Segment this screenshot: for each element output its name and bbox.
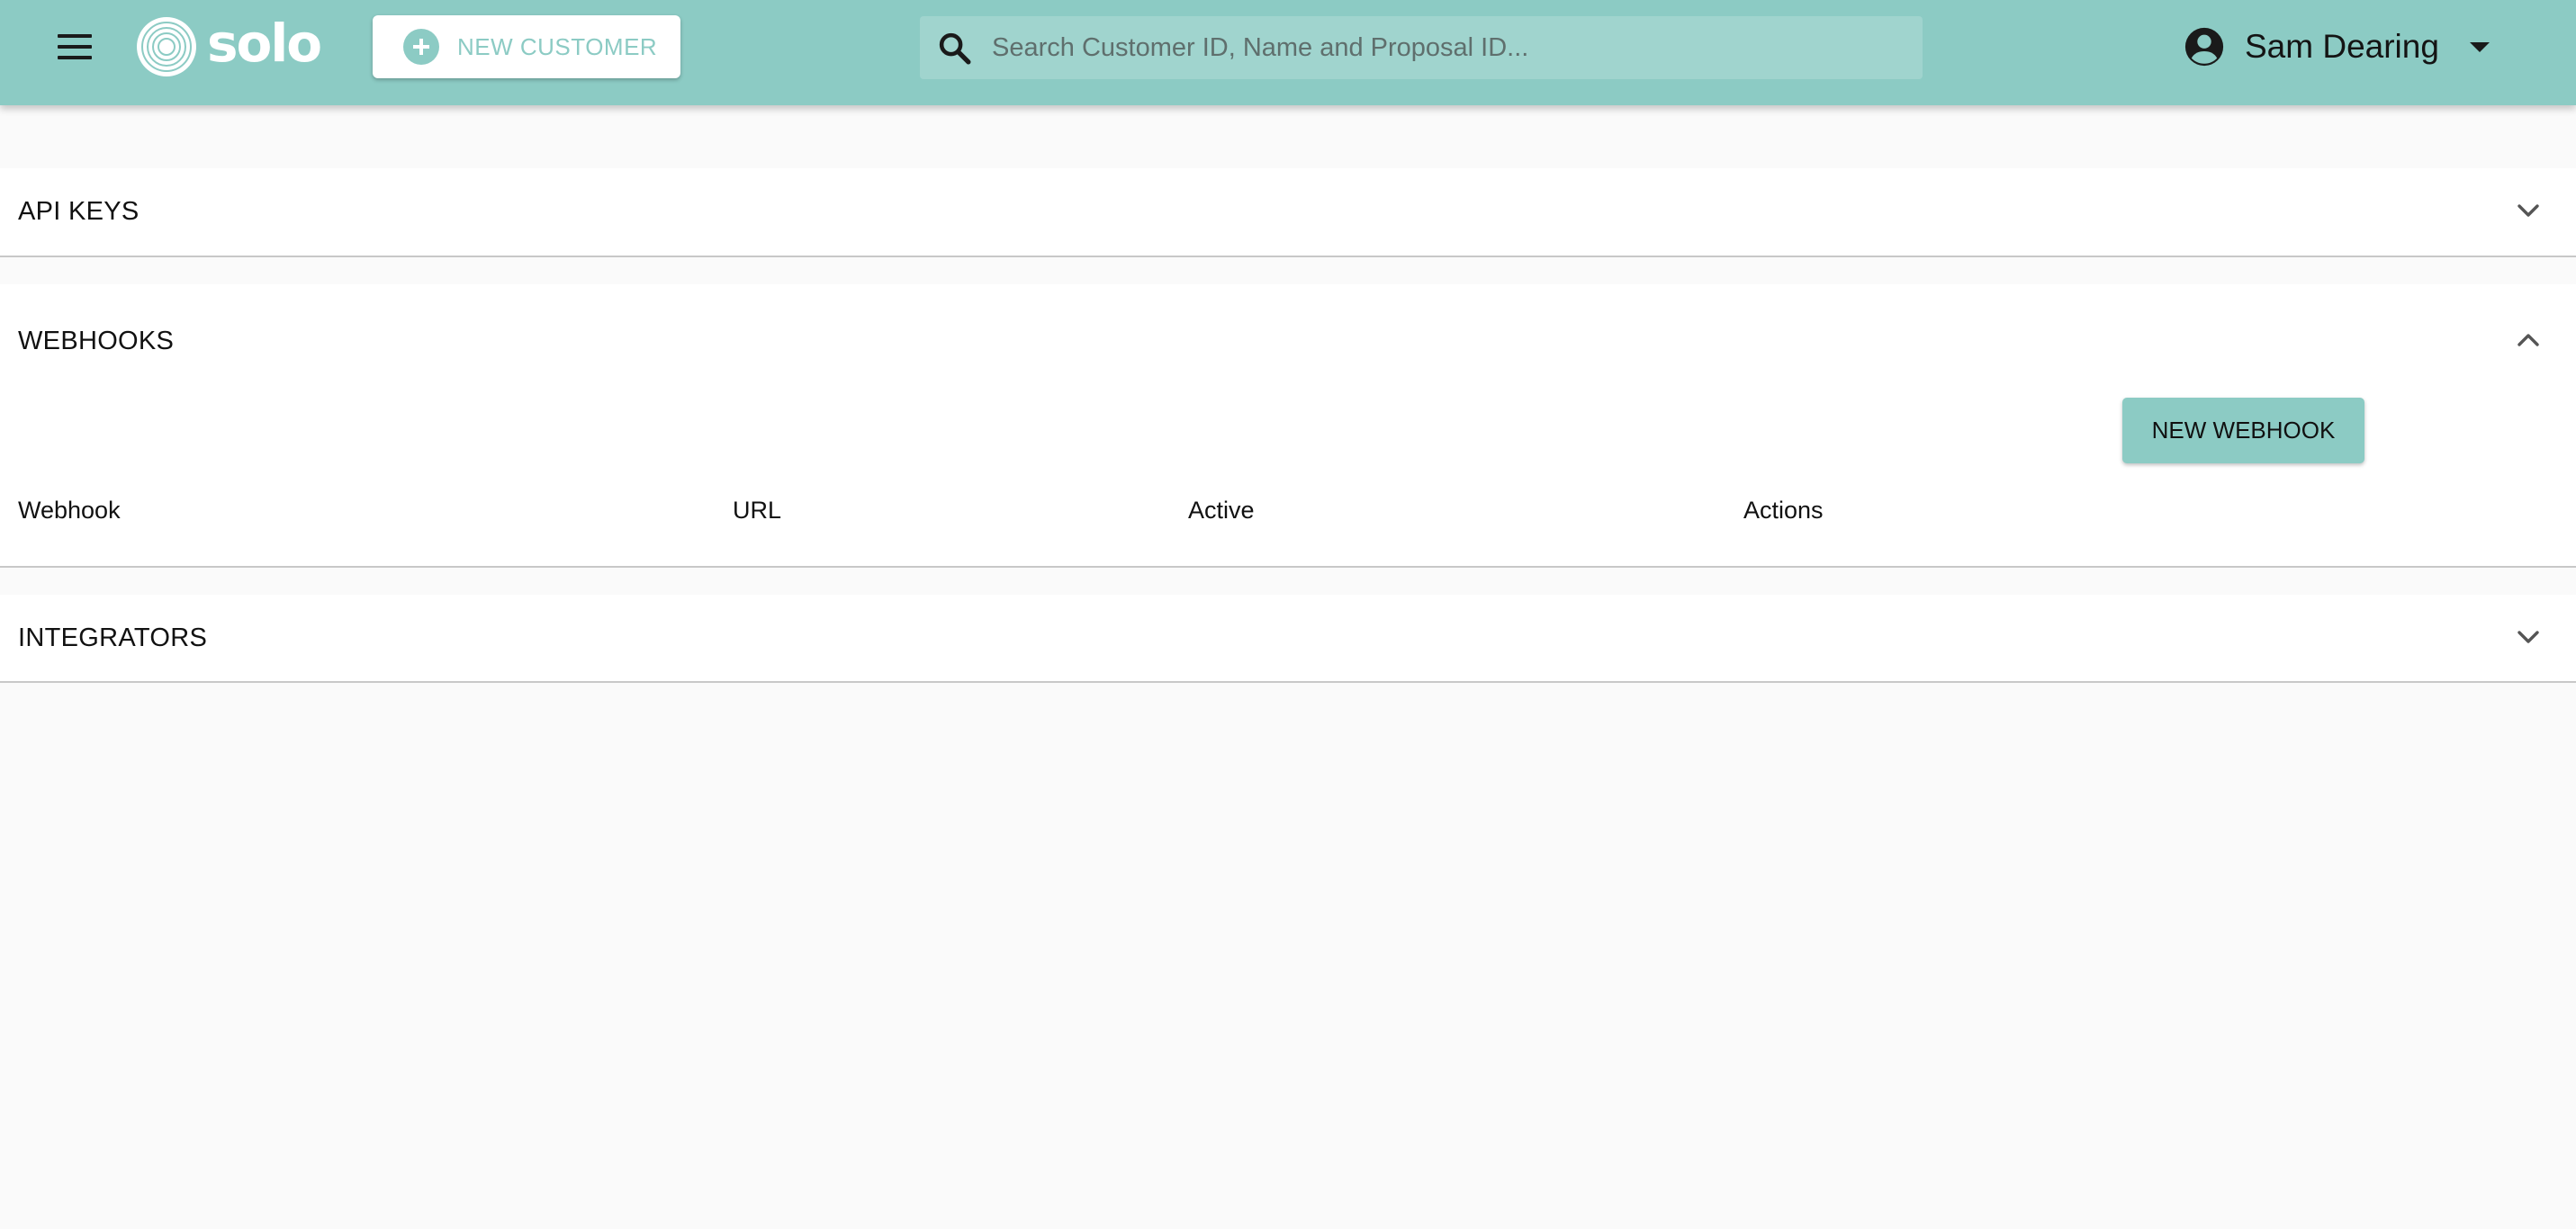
search-bar — [920, 16, 1923, 79]
search-icon — [939, 32, 971, 65]
api-keys-panel-header[interactable]: API KEYS — [0, 168, 2576, 255]
logo[interactable]: solo — [135, 13, 322, 79]
app-bar: solo NEW CUSTOMER Sam Dearing — [0, 0, 2576, 105]
webhooks-title: WEBHOOKS — [18, 327, 175, 355]
chevron-down-icon — [2517, 631, 2539, 643]
search-input[interactable] — [992, 16, 1901, 79]
column-header-actions[interactable]: Actions — [1743, 497, 1824, 525]
column-header-webhook[interactable]: Webhook — [18, 497, 121, 525]
menu-button[interactable] — [54, 30, 95, 64]
account-circle-icon — [2184, 27, 2224, 67]
column-header-active[interactable]: Active — [1188, 497, 1255, 525]
column-header-url[interactable]: URL — [733, 497, 781, 525]
integrators-title: INTEGRATORS — [18, 623, 208, 652]
new-customer-button[interactable]: NEW CUSTOMER — [373, 15, 680, 78]
webhooks-panel-header[interactable]: WEBHOOKS — [0, 284, 2576, 398]
caret-down-icon — [2469, 41, 2490, 52]
user-menu[interactable]: Sam Dearing — [2184, 22, 2490, 72]
api-keys-panel: API KEYS — [0, 168, 2576, 257]
logo-text: solo — [207, 13, 322, 74]
chevron-down-icon — [2517, 204, 2539, 217]
menu-icon-bar — [58, 56, 92, 59]
new-webhook-button[interactable]: NEW WEBHOOK — [2122, 398, 2364, 463]
chevron-up-icon — [2517, 334, 2539, 346]
solo-logo-icon — [137, 17, 196, 76]
integrators-panel-header[interactable]: INTEGRATORS — [0, 595, 2576, 681]
api-keys-title: API KEYS — [18, 197, 140, 226]
menu-icon-bar — [58, 45, 92, 49]
user-name: Sam Dearing — [2245, 28, 2439, 65]
menu-icon-bar — [58, 34, 92, 38]
new-customer-label: NEW CUSTOMER — [457, 32, 658, 60]
add-circle-icon — [403, 29, 439, 65]
webhooks-panel: WEBHOOKS NEW WEBHOOK Webhook URL Active … — [0, 284, 2576, 568]
integrators-panel: INTEGRATORS — [0, 595, 2576, 683]
